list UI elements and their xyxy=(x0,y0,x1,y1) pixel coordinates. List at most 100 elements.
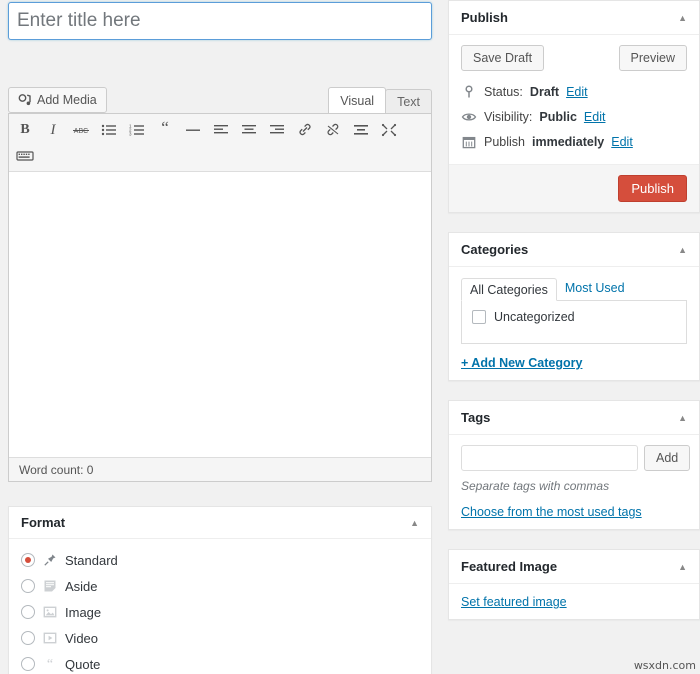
tags-panel-header[interactable]: Tags ▲ xyxy=(449,401,699,435)
format-radio-standard[interactable] xyxy=(21,553,35,567)
tab-all-categories[interactable]: All Categories xyxy=(461,278,557,301)
add-media-label: Add Media xyxy=(37,93,97,107)
format-options-list: Standard Aside Image Video “ Quote xyxy=(9,539,431,674)
visibility-value: Public xyxy=(539,109,577,124)
align-left-icon[interactable] xyxy=(207,117,235,143)
publish-panel-title: Publish xyxy=(461,10,508,25)
publish-panel: Publish ▲ Save Draft Preview Status: Dra… xyxy=(448,0,700,213)
fullscreen-icon[interactable] xyxy=(375,117,403,143)
format-option-standard[interactable]: Standard xyxy=(21,547,419,573)
featured-image-panel-body: Set featured image xyxy=(449,584,699,619)
featured-image-panel-header[interactable]: Featured Image ▲ xyxy=(449,550,699,584)
save-draft-button[interactable]: Save Draft xyxy=(461,45,545,71)
category-checkbox-uncategorized[interactable] xyxy=(472,310,486,324)
chevron-up-icon[interactable]: ▲ xyxy=(678,562,687,572)
categories-panel-header[interactable]: Categories ▲ xyxy=(449,233,699,267)
chevron-up-icon[interactable]: ▲ xyxy=(678,413,687,423)
featured-image-panel-title: Featured Image xyxy=(461,559,558,574)
tab-visual[interactable]: Visual xyxy=(328,87,387,113)
tags-panel-body: Add Separate tags with commas Choose fro… xyxy=(449,435,699,529)
aside-icon xyxy=(42,578,58,594)
tab-text[interactable]: Text xyxy=(385,89,432,113)
format-radio-image[interactable] xyxy=(21,605,35,619)
most-used-tags-link[interactable]: Choose from the most used tags xyxy=(461,505,687,519)
wordpress-post-editor: Add Media Visual Text B I ABC xyxy=(0,0,700,674)
format-option-quote[interactable]: “ Quote xyxy=(21,651,419,674)
status-label: Status: xyxy=(484,84,523,99)
format-option-image[interactable]: Image xyxy=(21,599,419,625)
format-radio-aside[interactable] xyxy=(21,579,35,593)
toolbar-toggle-icon[interactable] xyxy=(11,143,39,169)
publish-panel-header[interactable]: Publish ▲ xyxy=(449,1,699,35)
schedule-label: Publish xyxy=(484,134,525,149)
word-count-label: Word count: 0 xyxy=(9,457,431,481)
align-right-icon[interactable] xyxy=(263,117,291,143)
categories-panel-body: All Categories Most Used Uncategorized +… xyxy=(449,267,699,380)
align-center-icon[interactable] xyxy=(235,117,263,143)
remove-link-icon[interactable] xyxy=(319,117,347,143)
status-edit-link[interactable]: Edit xyxy=(566,85,588,99)
format-metabox-header[interactable]: Format ▲ xyxy=(9,507,431,539)
schedule-row: Publish immediately Edit xyxy=(461,129,687,154)
editor-top-row: Add Media Visual Text xyxy=(8,83,432,113)
italic-icon[interactable]: I xyxy=(39,117,67,143)
insert-link-icon[interactable] xyxy=(291,117,319,143)
tags-panel: Tags ▲ Add Separate tags with commas Cho… xyxy=(448,400,700,530)
tab-most-used[interactable]: Most Used xyxy=(557,277,633,300)
eye-icon xyxy=(461,109,477,125)
visibility-edit-link[interactable]: Edit xyxy=(584,110,606,124)
pin-icon xyxy=(42,552,58,568)
status-value: Draft xyxy=(529,84,560,99)
pin-marker-icon xyxy=(461,84,477,100)
format-option-aside[interactable]: Aside xyxy=(21,573,419,599)
calendar-icon xyxy=(461,134,477,150)
strikethrough-icon[interactable]: ABC xyxy=(67,117,95,143)
format-label-quote: Quote xyxy=(65,656,101,672)
tags-hint: Separate tags with commas xyxy=(461,479,610,493)
numbered-list-icon[interactable]: 1 2 3 xyxy=(123,117,151,143)
format-metabox: Format ▲ Standard Aside Image Video “ Qu… xyxy=(8,506,432,674)
insert-read-more-icon[interactable] xyxy=(347,117,375,143)
preview-button[interactable]: Preview xyxy=(618,45,687,71)
blockquote-icon[interactable]: “ xyxy=(151,117,179,143)
format-label-image: Image xyxy=(65,604,102,620)
add-new-category-link[interactable]: + Add New Category xyxy=(461,356,687,370)
chevron-up-icon[interactable]: ▲ xyxy=(678,245,687,255)
add-media-icon xyxy=(18,93,32,107)
bold-icon[interactable]: B xyxy=(11,117,39,143)
categories-list: Uncategorized xyxy=(461,301,687,344)
tags-input-row: Add xyxy=(461,445,691,471)
format-label-standard: Standard xyxy=(65,552,118,568)
format-radio-video[interactable] xyxy=(21,631,35,645)
status-row: Status: Draft Edit xyxy=(461,79,687,104)
schedule-value: immediately xyxy=(532,134,605,149)
tags-input[interactable] xyxy=(461,445,638,471)
publish-actions-row: Save Draft Preview xyxy=(461,45,687,71)
chevron-up-icon[interactable]: ▲ xyxy=(410,518,419,528)
schedule-edit-link[interactable]: Edit xyxy=(611,135,633,149)
format-label-video: Video xyxy=(65,630,99,646)
add-media-button[interactable]: Add Media xyxy=(8,87,107,113)
publish-button[interactable]: Publish xyxy=(618,175,687,202)
set-featured-image-link[interactable]: Set featured image xyxy=(461,595,567,609)
visibility-row: Visibility: Public Edit xyxy=(461,104,687,129)
editor-box: B I ABC 1 2 3 “ Word count: 0 xyxy=(8,113,432,482)
format-radio-quote[interactable] xyxy=(21,657,35,671)
post-title-input[interactable] xyxy=(8,2,432,40)
tags-panel-title: Tags xyxy=(461,410,491,425)
video-icon xyxy=(42,630,58,646)
post-content-area[interactable] xyxy=(9,172,431,457)
format-metabox-title: Format xyxy=(21,515,66,530)
watermark: wsxdn.com xyxy=(633,659,696,672)
categories-panel-title: Categories xyxy=(461,242,529,257)
add-tag-button[interactable]: Add xyxy=(644,445,691,471)
quote-icon: “ xyxy=(42,656,58,672)
bulleted-list-icon[interactable] xyxy=(95,117,123,143)
category-item-uncategorized[interactable]: Uncategorized xyxy=(472,310,676,324)
chevron-up-icon[interactable]: ▲ xyxy=(678,13,687,23)
format-option-video[interactable]: Video xyxy=(21,625,419,651)
svg-text:“: “ xyxy=(47,657,53,671)
categories-tabs: All Categories Most Used xyxy=(461,277,687,301)
editor-mode-tabs: Visual Text xyxy=(328,87,432,113)
horizontal-rule-icon[interactable] xyxy=(179,117,207,143)
